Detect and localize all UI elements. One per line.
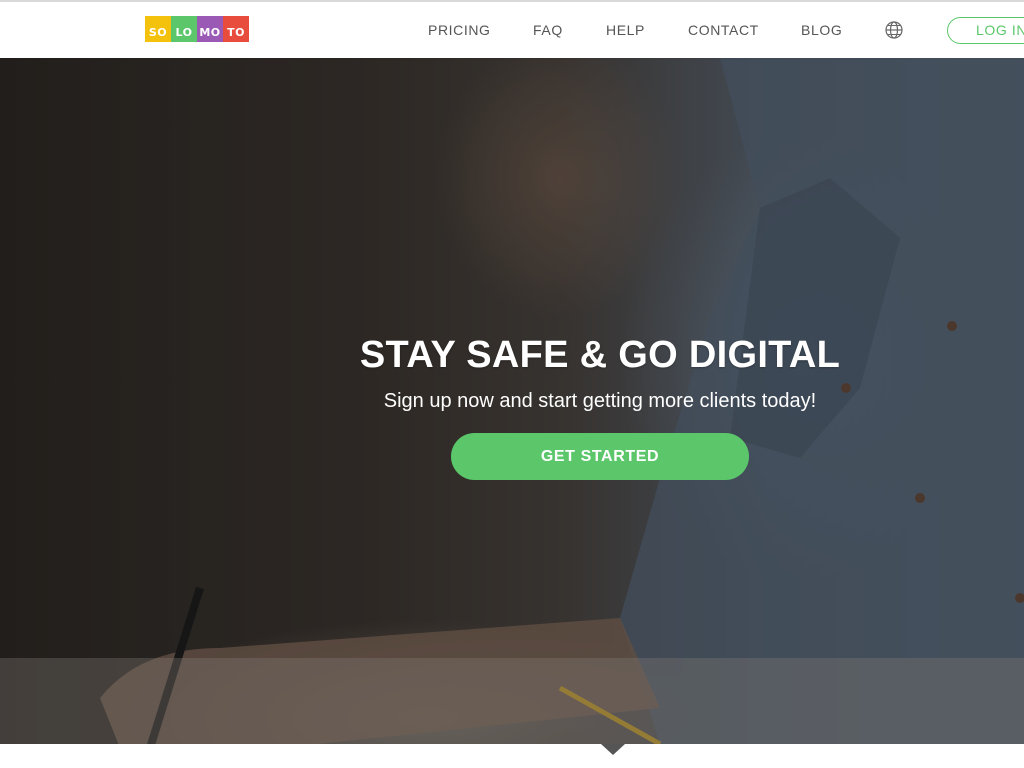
site-header: SO LO MO TO PRICING FAQ HELP CONTACT BLO… (0, 0, 1024, 58)
solomoto-logo[interactable]: SO LO MO TO (145, 16, 249, 42)
nav-faq[interactable]: FAQ (533, 22, 563, 38)
nav-blog[interactable]: BLOG (801, 22, 842, 38)
logo-block-to: TO (223, 16, 249, 42)
scroll-down-arrow-icon[interactable] (601, 744, 625, 755)
globe-icon[interactable] (884, 20, 904, 40)
logo-block-mo: MO (197, 16, 223, 42)
hero-subline: Sign up now and start getting more clien… (383, 390, 817, 412)
hero-section: STAY SAFE & GO DIGITAL Sign up now and s… (0, 58, 1024, 744)
nav-pricing[interactable]: PRICING (428, 22, 491, 38)
nav-help[interactable]: HELP (606, 22, 645, 38)
get-started-button[interactable]: GET STARTED (451, 433, 749, 480)
nav-contact[interactable]: CONTACT (688, 22, 759, 38)
logo-block-so: SO (145, 16, 171, 42)
login-button[interactable]: LOG IN (947, 17, 1024, 44)
logo-block-lo: LO (171, 16, 197, 42)
below-hero-section (0, 744, 1024, 768)
hero-headline: STAY SAFE & GO DIGITAL (359, 334, 841, 376)
